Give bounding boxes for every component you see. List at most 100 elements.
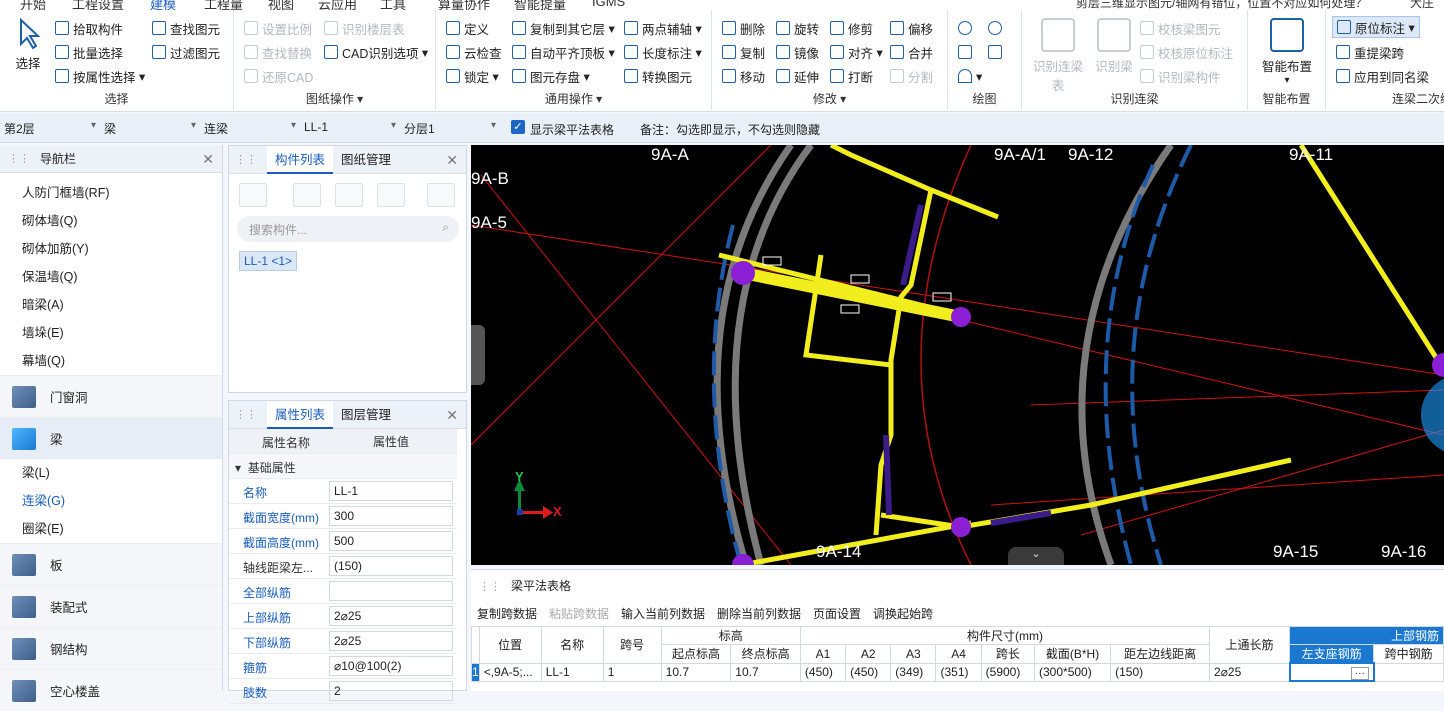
component-chip[interactable]: LL-1 <1>	[239, 251, 298, 271]
verify-beam-element-button[interactable]: 校核梁图元	[1140, 18, 1221, 38]
copy-span-data-button[interactable]: 复制跨数据	[477, 605, 537, 622]
tab-start[interactable]: 开始	[20, 0, 46, 10]
nav-item-masonry-rebar[interactable]: 砌体加筋(Y)	[0, 235, 222, 263]
user-name[interactable]: 大庄	[1410, 0, 1434, 10]
convert-element-button[interactable]: 转换图元	[624, 66, 692, 86]
nav-cat-hollow-floor[interactable]: 空心楼盖	[0, 669, 222, 711]
floor-select[interactable]: 第2层	[0, 117, 100, 139]
offset-button[interactable]: 偏移	[890, 18, 933, 38]
smart-draw-button[interactable]	[988, 18, 1006, 38]
arc-draw-button[interactable]: ▾	[958, 66, 982, 86]
cell-span-length[interactable]: (5900)	[980, 662, 1036, 682]
layer-select[interactable]: 分层1	[400, 117, 500, 139]
tab-modeling[interactable]: 建模	[150, 0, 176, 10]
tab-project-settings[interactable]: 工程设置	[72, 0, 124, 10]
extend-button[interactable]: 延伸	[776, 66, 819, 86]
property-row[interactable]: 下部纵筋 2⌀25	[229, 629, 457, 654]
ellipsis-button[interactable]: ···	[1350, 667, 1369, 680]
nav-cat-prefab[interactable]: 装配式	[0, 585, 222, 627]
smart-layout-button[interactable]: 智能布置 ▾	[1254, 18, 1320, 86]
pick-component-button[interactable]: 拾取构件	[55, 18, 123, 38]
property-row[interactable]: 名称 LL-1	[229, 479, 457, 504]
tab-drawing-manage[interactable]: 图纸管理	[333, 146, 399, 174]
swap-start-span-button[interactable]: 调换起始跨	[873, 605, 933, 622]
select-button[interactable]: 选择	[8, 17, 48, 72]
property-section[interactable]: ▾ 基础属性	[229, 454, 457, 479]
search-input[interactable]: 搜索构件... ⌕	[237, 216, 459, 242]
tab-igms[interactable]: IGMS	[592, 0, 625, 9]
merge-button[interactable]: 合并	[890, 42, 933, 62]
tab-view[interactable]: 视图	[268, 0, 294, 10]
move-button[interactable]: 移动	[722, 66, 765, 86]
nav-cat-slab[interactable]: 板	[0, 543, 222, 585]
align-button[interactable]: 对齐 ▾	[830, 42, 883, 62]
delete-button[interactable]: 删除	[722, 18, 765, 38]
nav-item-hidden-beam[interactable]: 暗梁(A)	[0, 291, 222, 319]
cad-options-button[interactable]: CAD识别选项 ▾	[324, 42, 428, 62]
show-table-checkbox[interactable]: ✓	[511, 120, 525, 134]
close-icon[interactable]: ✕	[446, 407, 458, 424]
define-button[interactable]: 定义	[446, 18, 489, 38]
point-draw-button[interactable]	[958, 18, 976, 38]
tab-cloud[interactable]: 云应用	[318, 0, 357, 10]
two-point-axis-button[interactable]: 两点辅轴 ▾	[624, 18, 702, 38]
table-row[interactable]: 1 <,9A-5;... LL-1 1 10.7 10.7 (450) (450…	[471, 662, 1444, 682]
cell-section[interactable]: (300*500)	[1033, 662, 1112, 682]
delete-component-button[interactable]	[335, 183, 363, 207]
new-component-button[interactable]	[239, 183, 267, 207]
line-draw-button[interactable]	[958, 42, 976, 62]
tab-layer-manage[interactable]: 图层管理	[333, 401, 399, 429]
property-row[interactable]: 全部纵筋	[229, 579, 457, 604]
batch-select-button[interactable]: 批量选择	[55, 42, 123, 62]
cell-a4[interactable]: (351)	[935, 662, 982, 682]
nav-cat-door-window[interactable]: 门窗洞	[0, 375, 222, 417]
drawing-canvas[interactable]: ⌄ 9A-A 9A-A/1 9A-12 9A-11 9A-B 9A-5 9A-1…	[471, 145, 1444, 565]
rotate-button[interactable]: 旋转	[776, 18, 819, 38]
filter-element-button[interactable]: 过滤图元	[152, 42, 220, 62]
tab-quantity[interactable]: 工程量	[204, 0, 243, 10]
cell-a2[interactable]: (450)	[845, 662, 892, 682]
find-element-button[interactable]: 查找图元	[152, 18, 220, 38]
tab-smart[interactable]: 智能提量	[514, 0, 566, 10]
recognize-lintel-table-button[interactable]: 识别连梁表	[1028, 18, 1088, 94]
nav-item-insulation-wall[interactable]: 保温墙(Q)	[0, 263, 222, 291]
trim-button[interactable]: 修剪	[830, 18, 873, 38]
tab-component-list[interactable]: 构件列表	[267, 145, 334, 174]
mirror-button[interactable]: 镜像	[776, 42, 819, 62]
help-question[interactable]: 剪层三维显示图元/轴网有错位，位置不对应如何处理？	[1076, 0, 1367, 10]
nav-item-lintel[interactable]: 连梁(G)	[0, 487, 222, 515]
auto-align-button[interactable]: 自动平齐顶板 ▾	[512, 42, 615, 62]
delete-column-button[interactable]: 删除当前列数据	[717, 605, 801, 622]
nav-item-beam[interactable]: 梁(L)	[0, 459, 222, 487]
select-by-attr-button[interactable]: 按属性选择 ▾	[55, 66, 145, 86]
restore-cad-button[interactable]: 还原CAD	[244, 66, 313, 86]
property-row[interactable]: 截面高度(mm) 500	[229, 529, 457, 554]
close-icon[interactable]: ✕	[202, 151, 214, 168]
cell-position[interactable]: <,9A-5;...	[478, 662, 542, 682]
property-row[interactable]: 轴线距梁左... (150)	[229, 554, 457, 579]
expand-bottom-handle[interactable]: ⌄	[1008, 547, 1064, 565]
cell-a3[interactable]: (349)	[890, 662, 937, 682]
verify-orig-dim-button[interactable]: 校核原位标注	[1140, 42, 1233, 62]
element-save-button[interactable]: 图元存盘 ▾	[512, 66, 590, 86]
re-span-button[interactable]: 重提梁跨	[1336, 42, 1404, 62]
copy-to-floor-button[interactable]: 复制到其它层 ▾	[512, 18, 615, 38]
cell-elev-end[interactable]: 10.7	[730, 662, 801, 682]
property-row[interactable]: 肢数 2	[229, 679, 457, 704]
cell-top-long[interactable]: 2⌀25	[1209, 662, 1291, 682]
property-row[interactable]: 箍筋 ⌀10@100(2)	[229, 654, 457, 679]
subtype-select[interactable]: 连梁	[200, 117, 300, 139]
nav-item-masonry-wall[interactable]: 砌体墙(Q)	[0, 207, 222, 235]
component-select[interactable]: LL-1	[300, 117, 400, 139]
orig-dim-button[interactable]: 原位标注 ▾	[1332, 16, 1420, 38]
cell-distance[interactable]: (150)	[1110, 662, 1211, 682]
length-dim-button[interactable]: 长度标注 ▾	[624, 42, 702, 62]
copy-button[interactable]: 复制	[722, 42, 765, 62]
cell-elev-start[interactable]: 10.7	[660, 662, 732, 682]
nav-item-pier[interactable]: 墙垛(E)	[0, 319, 222, 347]
recognize-beam-button[interactable]: 识别梁	[1092, 18, 1136, 75]
paste-span-data-button[interactable]: 粘贴跨数据	[549, 605, 609, 622]
cell-span[interactable]: 1	[602, 662, 662, 682]
page-setup-button[interactable]: 页面设置	[813, 605, 861, 622]
type-select[interactable]: 梁	[100, 117, 200, 139]
